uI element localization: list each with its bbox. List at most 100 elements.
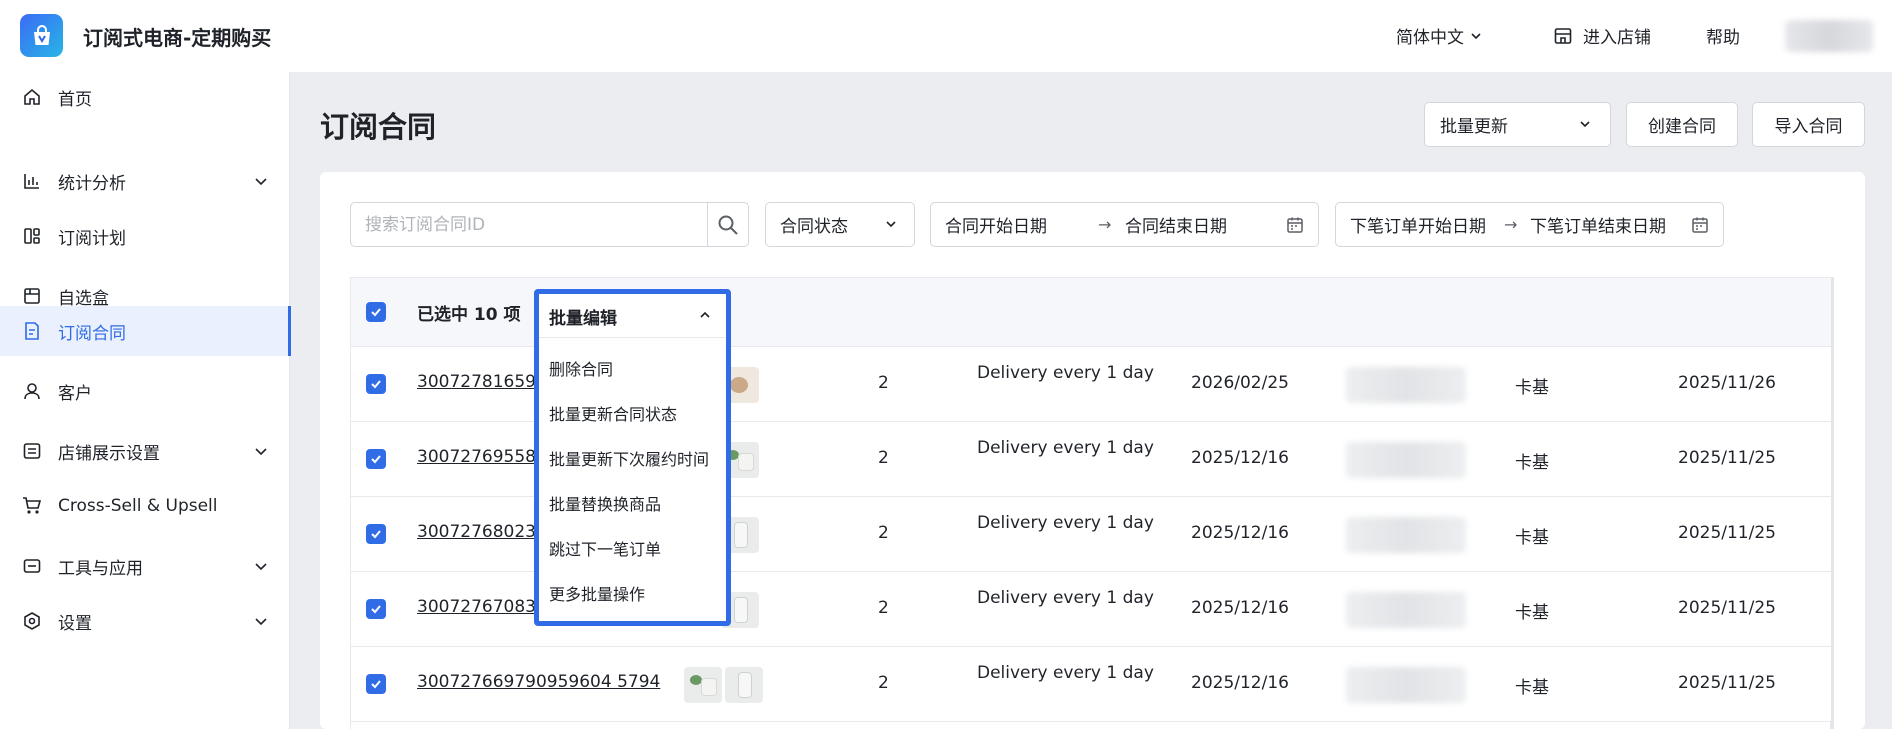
chevron-down-icon <box>1471 32 1481 39</box>
table-row[interactable]: 300727669790959604 5794 2 Delivery every… <box>351 647 1831 722</box>
chevron-down-icon <box>1580 121 1590 128</box>
app-title: 订阅式电商-定期购买 <box>83 26 272 50</box>
sidebar-item-plans[interactable]: 订阅计划 <box>0 211 290 261</box>
row-checkbox[interactable] <box>366 449 386 469</box>
chevron-down-icon <box>255 563 267 571</box>
top-bar: 订阅式电商-定期购买 简体中文 进入店铺 帮助 <box>0 0 1892 72</box>
import-contract-button[interactable]: 导入合同 <box>1752 102 1865 147</box>
box-icon <box>21 285 43 307</box>
bulk-update-dropdown[interactable]: 批量更新 <box>1424 102 1611 147</box>
sidebar-item-contracts[interactable]: 订阅合同 <box>0 306 291 356</box>
redacted-field <box>1346 592 1466 628</box>
menu-item-replace-product[interactable]: 批量替换换商品 <box>539 480 726 525</box>
account-menu[interactable] <box>1785 20 1873 52</box>
quantity: 2 <box>878 523 889 543</box>
contract-id-link[interactable]: 30072767083 <box>417 597 536 617</box>
range-arrow: → <box>1504 215 1518 234</box>
language-selector[interactable]: 简体中文 <box>1396 23 1482 48</box>
contract-id-link[interactable]: 30072781659 <box>417 372 536 392</box>
quantity: 2 <box>878 598 889 618</box>
order-start-date[interactable]: 下笔订单开始日期 <box>1350 212 1486 237</box>
sidebar-item-label: 订阅合同 <box>58 323 126 344</box>
created-date: 2025/11/25 <box>1678 673 1776 693</box>
contract-start-date[interactable]: 合同开始日期 <box>945 212 1047 237</box>
checkmark-icon <box>371 680 381 689</box>
contract-id-link[interactable]: 30072768023 <box>417 522 536 542</box>
selected-count: 已选中 10 项 <box>417 305 521 325</box>
create-contract-button[interactable]: 创建合同 <box>1626 102 1738 147</box>
search-button[interactable] <box>707 203 748 246</box>
quantity: 2 <box>878 373 889 393</box>
bulk-edit-dropdown[interactable]: 批量编辑 删除合同 批量更新合同状态 批量更新下次履约时间 批量替换换商品 跳过… <box>534 289 731 626</box>
created-date: 2025/11/26 <box>1678 373 1776 393</box>
next-order-date: 2026/02/25 <box>1191 373 1289 393</box>
sidebar-item-tools[interactable]: 工具与应用 <box>0 541 290 591</box>
quantity: 2 <box>878 448 889 468</box>
store-link[interactable]: 进入店铺 <box>1553 23 1651 48</box>
menu-item-skip-next-order[interactable]: 跳过下一笔订单 <box>539 525 726 570</box>
customer-name: 卡基 <box>1515 678 1549 698</box>
sidebar-item-label: 首页 <box>58 89 92 110</box>
menu-item-delete-contract[interactable]: 删除合同 <box>539 345 726 390</box>
customer-name: 卡基 <box>1515 528 1549 548</box>
sidebar-item-settings[interactable]: 设置 <box>0 596 290 646</box>
range-arrow: → <box>1098 215 1112 234</box>
chevron-down-icon <box>255 618 267 626</box>
sidebar-item-customers[interactable]: 客户 <box>0 366 290 416</box>
order-end-date[interactable]: 下笔订单结束日期 <box>1530 212 1666 237</box>
next-order-date: 2025/12/16 <box>1191 523 1289 543</box>
bulk-edit-trigger[interactable]: 批量编辑 <box>539 294 726 338</box>
row-checkbox[interactable] <box>366 674 386 694</box>
contract-date-range[interactable]: 合同开始日期 → 合同结束日期 <box>930 202 1319 247</box>
menu-item-update-next-fulfillment[interactable]: 批量更新下次履约时间 <box>539 435 726 480</box>
bulk-edit-label: 批量编辑 <box>549 309 617 329</box>
display-icon <box>21 440 43 462</box>
search-input[interactable] <box>351 203 709 246</box>
next-order-date-range[interactable]: 下笔订单开始日期 → 下笔订单结束日期 <box>1335 202 1724 247</box>
sidebar-item-label: 店铺展示设置 <box>58 443 160 464</box>
calendar-icon <box>1692 217 1708 233</box>
select-all-checkbox[interactable] <box>366 302 386 322</box>
sidebar-item-label: 订阅计划 <box>58 228 126 249</box>
row-checkbox[interactable] <box>366 524 386 544</box>
sidebar-item-analytics[interactable]: 统计分析 <box>0 156 290 206</box>
search-icon <box>718 215 738 235</box>
row-checkbox[interactable] <box>366 599 386 619</box>
bulk-edit-menu: 删除合同 批量更新合同状态 批量更新下次履约时间 批量替换换商品 跳过下一笔订单… <box>539 345 726 615</box>
menu-item-more-actions[interactable]: 更多批量操作 <box>539 570 726 615</box>
checkmark-icon <box>371 605 381 614</box>
sidebar-item-home[interactable]: 首页 <box>0 72 290 122</box>
delivery-frequency: Delivery every 1 day <box>977 363 1154 383</box>
customer-name: 卡基 <box>1515 378 1549 398</box>
settings-icon <box>21 610 43 632</box>
sidebar-item-cross-sell[interactable]: Cross-Sell & Upsell <box>0 481 290 531</box>
delivery-frequency: Delivery every 1 day <box>977 513 1154 533</box>
next-order-date: 2025/12/16 <box>1191 598 1289 618</box>
home-icon <box>21 86 43 108</box>
sidebar-item-store-display[interactable]: 店铺展示设置 <box>0 426 290 476</box>
store-icon <box>1554 27 1572 44</box>
store-link-label: 进入店铺 <box>1583 28 1651 48</box>
help-link[interactable]: 帮助 <box>1706 23 1740 48</box>
app-logo[interactable] <box>20 14 63 57</box>
contract-id-link[interactable]: 30072769558 <box>417 447 536 467</box>
sidebar-item-label: 自选盒 <box>58 288 109 309</box>
chart-icon <box>21 170 43 192</box>
delivery-frequency: Delivery every 1 day <box>977 588 1154 608</box>
contract-id-link[interactable]: 300727669790959604 5794 <box>417 672 660 692</box>
contract-status-label: 合同状态 <box>780 217 848 237</box>
menu-item-update-status[interactable]: 批量更新合同状态 <box>539 390 726 435</box>
sidebar-item-label: 工具与应用 <box>58 558 143 579</box>
checkmark-icon <box>371 455 381 464</box>
quantity: 2 <box>878 673 889 693</box>
delivery-frequency: Delivery every 1 day <box>977 663 1154 683</box>
chevron-up-icon <box>700 311 710 318</box>
search-box <box>350 202 749 247</box>
contract-end-date[interactable]: 合同结束日期 <box>1125 212 1227 237</box>
contract-status-select[interactable]: 合同状态 <box>765 202 915 247</box>
customer-name: 卡基 <box>1515 603 1549 623</box>
created-date: 2025/11/25 <box>1678 598 1776 618</box>
row-checkbox[interactable] <box>366 374 386 394</box>
sidebar-item-label: 客户 <box>58 383 92 404</box>
tools-icon <box>21 555 43 577</box>
